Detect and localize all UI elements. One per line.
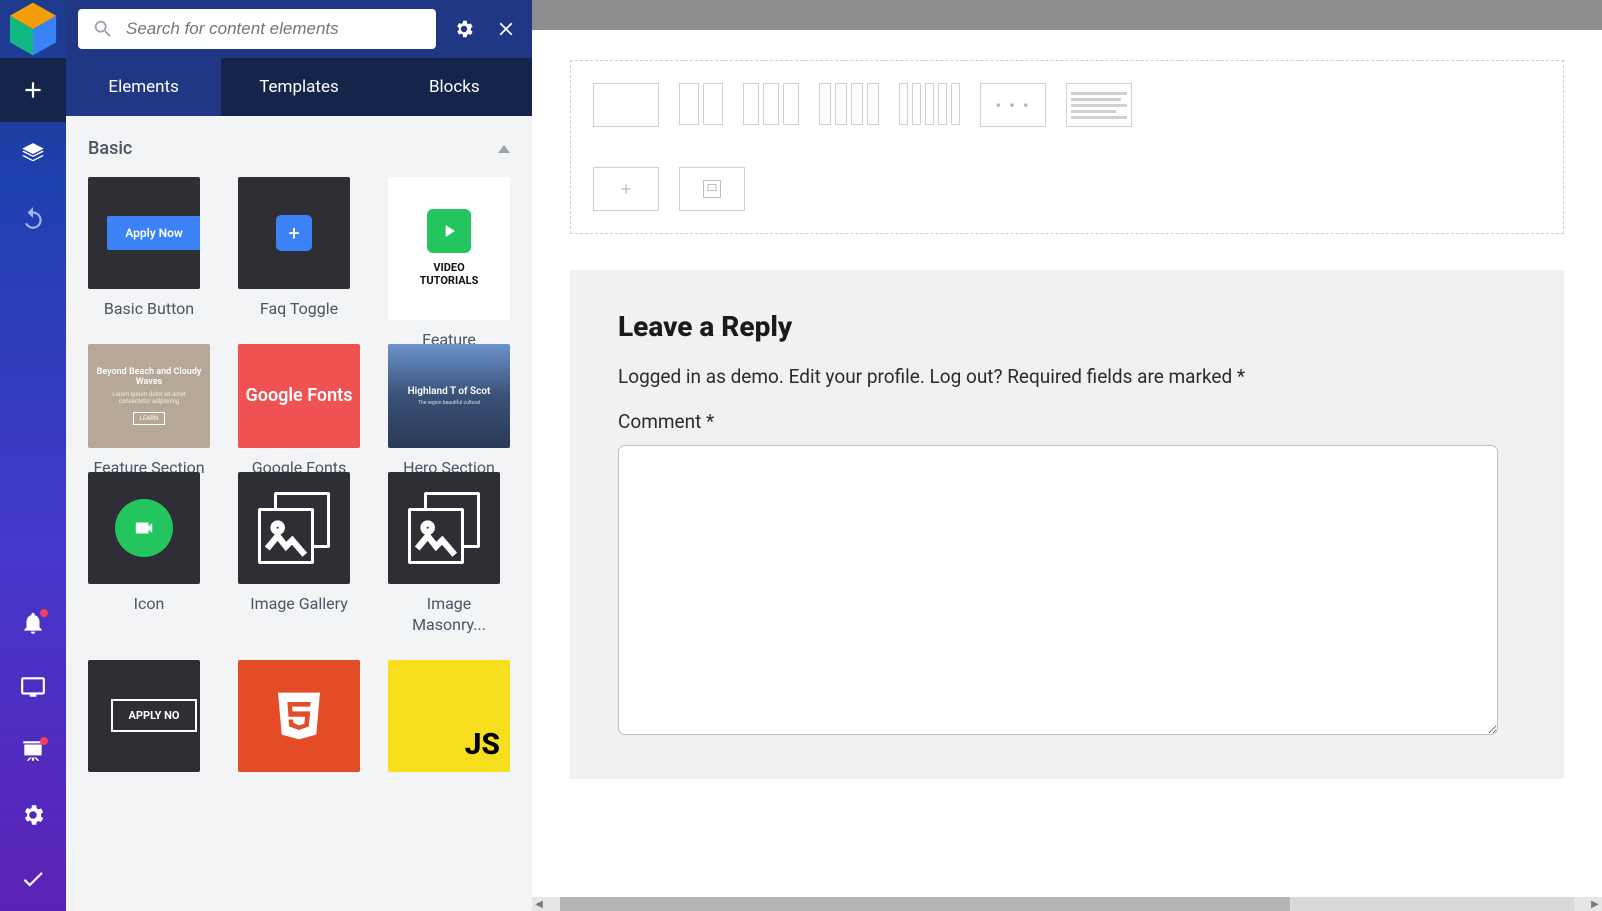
nav-save[interactable] bbox=[0, 847, 66, 911]
nav-undo[interactable] bbox=[0, 186, 66, 250]
nav-add-element[interactable] bbox=[0, 58, 66, 122]
canvas-wrap: • • • Leave a Reply Logged in as demo. E… bbox=[532, 0, 1602, 911]
app-logo[interactable] bbox=[0, 0, 66, 58]
panel-body: Basic Apply Now Basic Button + Faq Toggl… bbox=[66, 116, 532, 911]
category-label: Basic bbox=[88, 138, 132, 159]
element-feature[interactable]: VIDEOTUTORIALS Feature bbox=[388, 177, 510, 320]
element-label: Image Masonry... bbox=[388, 594, 510, 636]
element-feature-section[interactable]: Beyond Beach and Cloudy Waves Lorem ipsu… bbox=[88, 344, 210, 448]
nav-rail bbox=[0, 0, 66, 911]
chevron-up-icon bbox=[498, 145, 510, 153]
logout-link[interactable]: Log out? bbox=[930, 365, 1003, 388]
thumb-preview: APPLY NO bbox=[111, 699, 198, 732]
reply-title: Leave a Reply bbox=[618, 310, 1516, 343]
plus-icon: + bbox=[276, 215, 312, 251]
edit-profile-link[interactable]: Edit your profile bbox=[789, 365, 920, 388]
element-image-masonry[interactable]: Image Masonry... bbox=[388, 472, 510, 636]
notification-dot bbox=[40, 737, 48, 745]
element-label: Basic Button bbox=[88, 299, 210, 320]
scroll-left-arrow[interactable]: ◀ bbox=[532, 899, 546, 910]
element-icon[interactable]: Icon bbox=[88, 472, 210, 636]
plus-icon bbox=[618, 181, 634, 197]
notification-dot bbox=[40, 609, 48, 617]
row-layout-picker: • • • bbox=[570, 60, 1564, 234]
thumb-preview: Apply Now bbox=[107, 216, 200, 250]
element-raw-js[interactable]: JS bbox=[388, 660, 510, 772]
elements-panel: Elements Templates Blocks Basic Apply No… bbox=[66, 0, 532, 911]
comment-reply-section: Leave a Reply Logged in as demo. Edit yo… bbox=[570, 270, 1564, 779]
tab-blocks[interactable]: Blocks bbox=[377, 58, 532, 116]
scroll-right-arrow[interactable]: ▶ bbox=[1588, 899, 1602, 910]
thumb-preview: Google Fonts bbox=[238, 344, 360, 448]
gear-icon bbox=[453, 18, 475, 40]
panel-settings-button[interactable] bbox=[450, 15, 478, 43]
search-icon bbox=[92, 18, 114, 40]
element-google-fonts-heading[interactable]: Google Fonts Google Fonts Heading bbox=[238, 344, 360, 448]
comment-field-label: Comment * bbox=[618, 410, 1516, 433]
tab-elements[interactable]: Elements bbox=[66, 58, 221, 116]
layout-custom[interactable]: • • • bbox=[980, 83, 1046, 127]
logo-cube-icon bbox=[0, 0, 66, 62]
nav-tree-view[interactable] bbox=[0, 122, 66, 186]
element-label: Faq Toggle bbox=[238, 299, 360, 320]
gear-icon bbox=[20, 802, 46, 828]
thumb-preview: Highland T of Scot The region beautiful … bbox=[388, 344, 510, 448]
video-icon bbox=[427, 209, 471, 253]
plus-icon bbox=[20, 77, 46, 103]
nav-responsive[interactable] bbox=[0, 655, 66, 719]
add-template-button[interactable] bbox=[679, 167, 745, 211]
nav-messages[interactable] bbox=[0, 719, 66, 783]
layout-textblock[interactable] bbox=[1066, 83, 1132, 127]
element-basic-button[interactable]: Apply Now Basic Button bbox=[88, 177, 210, 320]
element-faq-toggle[interactable]: + Faq Toggle bbox=[238, 177, 360, 320]
nav-settings[interactable] bbox=[0, 783, 66, 847]
panel-header bbox=[66, 0, 532, 58]
html5-icon bbox=[238, 660, 360, 772]
image-stack-icon bbox=[408, 492, 480, 564]
thumb-preview: VIDEOTUTORIALS bbox=[388, 177, 510, 320]
element-image-gallery[interactable]: Image Gallery bbox=[238, 472, 360, 636]
panel-tabs: Elements Templates Blocks bbox=[66, 58, 532, 116]
image-stack-icon bbox=[258, 492, 330, 564]
horizontal-scrollbar[interactable]: ◀ ▶ bbox=[532, 897, 1602, 911]
desktop-icon bbox=[20, 674, 46, 700]
element-raw-html[interactable] bbox=[238, 660, 360, 772]
close-icon bbox=[495, 18, 517, 40]
video-icon bbox=[115, 499, 173, 557]
search-box bbox=[78, 9, 436, 49]
layout-2col[interactable] bbox=[679, 83, 723, 127]
layout-4col[interactable] bbox=[819, 83, 879, 127]
add-element-button[interactable] bbox=[593, 167, 659, 211]
element-outline-button[interactable]: APPLY NO bbox=[88, 660, 210, 772]
thumb-preview: Beyond Beach and Cloudy Waves Lorem ipsu… bbox=[88, 344, 210, 448]
element-label: Icon bbox=[88, 594, 210, 615]
layout-3col[interactable] bbox=[743, 83, 799, 127]
layout-5col[interactable] bbox=[899, 83, 960, 127]
category-basic-header[interactable]: Basic bbox=[88, 138, 510, 159]
comment-textarea[interactable] bbox=[618, 445, 1498, 735]
layout-1col[interactable] bbox=[593, 83, 659, 127]
element-label: Image Gallery bbox=[238, 594, 360, 615]
template-icon bbox=[703, 180, 721, 198]
undo-icon bbox=[20, 205, 46, 231]
layers-icon bbox=[20, 141, 46, 167]
tab-templates[interactable]: Templates bbox=[221, 58, 376, 116]
element-hero-section[interactable]: Highland T of Scot The region beautiful … bbox=[388, 344, 510, 448]
reply-meta: Logged in as demo. Edit your profile. Lo… bbox=[618, 365, 1516, 388]
nav-insights[interactable] bbox=[0, 591, 66, 655]
logged-in-user-link[interactable]: demo bbox=[731, 365, 779, 388]
search-input[interactable] bbox=[126, 19, 422, 39]
panel-close-button[interactable] bbox=[492, 15, 520, 43]
page-canvas[interactable]: • • • Leave a Reply Logged in as demo. E… bbox=[532, 30, 1602, 897]
check-icon bbox=[20, 866, 46, 892]
js-icon: JS bbox=[388, 660, 510, 772]
